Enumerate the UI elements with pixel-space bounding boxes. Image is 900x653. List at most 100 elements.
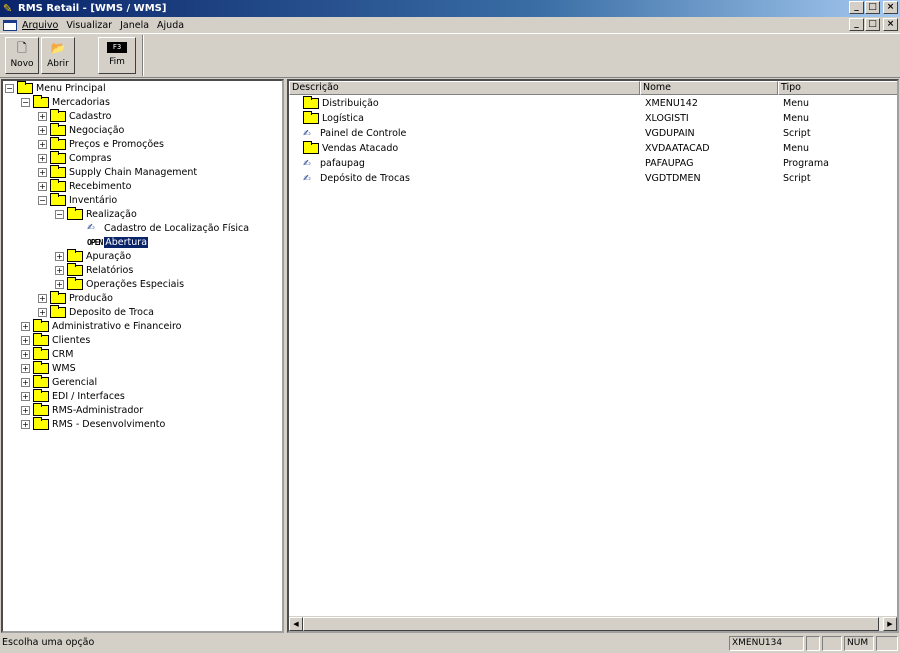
tree-label: Deposito de Troca bbox=[69, 306, 155, 318]
expand-icon[interactable]: + bbox=[21, 377, 30, 387]
collapse-icon[interactable]: − bbox=[55, 209, 64, 219]
list-row[interactable]: Logística XLOGISTI Menu bbox=[289, 111, 897, 126]
tree-item-precos[interactable]: + Preços e Promoções bbox=[38, 136, 164, 151]
tree-item-scm[interactable]: + Supply Chain Management bbox=[38, 164, 197, 179]
document-icon[interactable] bbox=[3, 19, 17, 31]
new-document-icon: 🗋 bbox=[17, 41, 27, 55]
minimize-button[interactable]: _ bbox=[849, 1, 864, 14]
folder-icon bbox=[33, 416, 49, 430]
row-nome: XLOGISTI bbox=[645, 113, 689, 124]
tree-item-root[interactable]: − Menu Principal bbox=[5, 81, 106, 95]
tree-item-apuracao[interactable]: + Apuração bbox=[55, 248, 131, 263]
row-nome: PAFAUPAG bbox=[645, 158, 694, 169]
tree-item-admin-financeiro[interactable]: + Administrativo e Financeiro bbox=[21, 318, 182, 333]
expand-icon[interactable]: + bbox=[38, 293, 47, 303]
tree-label: Realização bbox=[86, 208, 137, 220]
list-row[interactable]: ✍ Depósito de Trocas VGDTDMEN Script bbox=[289, 171, 897, 186]
expand-icon[interactable]: + bbox=[21, 363, 30, 373]
tree-item-rms-administrador[interactable]: + RMS-Administrador bbox=[21, 402, 143, 417]
scroll-right-icon[interactable]: ▶ bbox=[883, 617, 897, 631]
tree-item-mercadorias[interactable]: − Mercadorias bbox=[21, 94, 110, 109]
row-tipo: Programa bbox=[783, 158, 829, 169]
tree-item-negociacao[interactable]: + Negociação bbox=[38, 122, 124, 137]
tree-item-operacoes[interactable]: + Operações Especiais bbox=[55, 276, 184, 291]
horizontal-scrollbar[interactable]: ◀ ▶ bbox=[289, 616, 897, 631]
folder-icon bbox=[33, 388, 49, 402]
tree-item-rms-desenvolvimento[interactable]: + RMS - Desenvolvimento bbox=[21, 416, 165, 431]
list-row[interactable]: ✍ pafaupag PAFAUPAG Programa bbox=[289, 156, 897, 171]
abrir-button[interactable]: 📂 Abrir bbox=[41, 37, 75, 74]
child-restore-button[interactable]: □ bbox=[865, 18, 880, 31]
tree-item-cadastro[interactable]: + Cadastro bbox=[38, 108, 112, 123]
column-header-nome[interactable]: Nome bbox=[640, 81, 778, 95]
expand-icon[interactable]: + bbox=[21, 405, 30, 415]
collapse-icon[interactable]: − bbox=[38, 195, 47, 205]
expand-icon[interactable]: + bbox=[38, 181, 47, 191]
folder-icon bbox=[303, 96, 319, 109]
tree-item-abertura[interactable]: OPEN Abertura bbox=[87, 235, 149, 249]
tree-item-gerencial[interactable]: + Gerencial bbox=[21, 374, 97, 389]
expand-icon[interactable]: + bbox=[38, 139, 47, 149]
expand-icon[interactable]: + bbox=[21, 391, 30, 401]
restore-button[interactable]: □ bbox=[865, 1, 880, 14]
close-button[interactable]: × bbox=[883, 1, 898, 14]
tree-label: WMS bbox=[52, 362, 76, 374]
tree-item-deposito-troca[interactable]: + Deposito de Troca bbox=[38, 304, 155, 319]
folder-icon bbox=[50, 164, 66, 178]
expand-icon[interactable]: + bbox=[38, 111, 47, 121]
scroll-thumb[interactable] bbox=[303, 617, 879, 631]
expand-icon[interactable]: + bbox=[21, 419, 30, 429]
items-list[interactable]: Descrição Nome Tipo Distribuição XMENU14… bbox=[287, 79, 899, 633]
child-minimize-button[interactable]: _ bbox=[849, 18, 864, 31]
tree-item-clientes[interactable]: + Clientes bbox=[21, 332, 90, 347]
script-icon: ✍ bbox=[303, 128, 311, 139]
folder-icon bbox=[67, 206, 83, 220]
list-header: Descrição Nome Tipo bbox=[289, 81, 897, 95]
row-descricao: Depósito de Trocas bbox=[320, 173, 410, 184]
fim-button[interactable]: F3 Fim bbox=[98, 37, 136, 74]
novo-button[interactable]: 🗋 Novo bbox=[5, 37, 39, 74]
menu-janela[interactable]: Janela bbox=[120, 20, 149, 31]
expand-icon[interactable]: + bbox=[21, 335, 30, 345]
tree-item-realizacao[interactable]: − Realização bbox=[55, 206, 137, 221]
menu-tree[interactable]: − Menu Principal − Mercadorias + Cadastr… bbox=[1, 79, 284, 633]
collapse-icon[interactable]: − bbox=[21, 97, 30, 107]
tree-item-relatorios[interactable]: + Relatórios bbox=[55, 262, 133, 277]
tree-item-inventario[interactable]: − Inventário bbox=[38, 192, 117, 207]
scroll-left-icon[interactable]: ◀ bbox=[289, 617, 303, 631]
menu-visualizar[interactable]: Visualizar bbox=[66, 20, 112, 31]
status-num: NUM bbox=[844, 636, 874, 651]
tree-item-recebimento[interactable]: + Recebimento bbox=[38, 178, 131, 193]
list-row[interactable]: Vendas Atacado XVDAATACAD Menu bbox=[289, 141, 897, 156]
expand-icon[interactable]: + bbox=[55, 279, 64, 289]
tree-item-cadastro-localizacao[interactable]: ✍ Cadastro de Localização Física bbox=[87, 221, 249, 235]
expand-icon[interactable]: + bbox=[38, 167, 47, 177]
menu-ajuda[interactable]: Ajuda bbox=[157, 20, 184, 31]
tree-label: Cadastro bbox=[69, 110, 112, 122]
tree-item-edi[interactable]: + EDI / Interfaces bbox=[21, 388, 125, 403]
column-header-tipo[interactable]: Tipo bbox=[778, 81, 897, 95]
folder-icon bbox=[33, 374, 49, 388]
list-row[interactable]: ✍ Painel de Controle VGDUPAIN Script bbox=[289, 126, 897, 141]
open-icon: OPEN bbox=[87, 237, 103, 247]
column-header-descricao[interactable]: Descrição bbox=[289, 81, 640, 95]
tree-item-compras[interactable]: + Compras bbox=[38, 150, 111, 165]
expand-icon[interactable]: + bbox=[21, 321, 30, 331]
expand-icon[interactable]: + bbox=[21, 349, 30, 359]
row-nome: VGDTDMEN bbox=[645, 173, 701, 184]
list-row[interactable]: Distribuição XMENU142 Menu bbox=[289, 96, 897, 111]
menu-arquivo[interactable]: Arquivo bbox=[22, 20, 58, 31]
row-tipo: Menu bbox=[783, 98, 810, 109]
expand-icon[interactable]: + bbox=[55, 251, 64, 261]
tree-label: Menu Principal bbox=[36, 82, 106, 94]
expand-icon[interactable]: + bbox=[38, 125, 47, 135]
tree-item-producao[interactable]: + Producão bbox=[38, 290, 113, 305]
child-close-button[interactable]: × bbox=[883, 18, 898, 31]
title-bar[interactable]: ✎ RMS Retail - [WMS / WMS] _ □ × bbox=[0, 0, 900, 17]
expand-icon[interactable]: + bbox=[55, 265, 64, 275]
expand-icon[interactable]: + bbox=[38, 153, 47, 163]
tree-item-crm[interactable]: + CRM bbox=[21, 346, 73, 361]
collapse-icon[interactable]: − bbox=[5, 83, 14, 93]
expand-icon[interactable]: + bbox=[38, 307, 47, 317]
tree-item-wms[interactable]: + WMS bbox=[21, 360, 76, 375]
